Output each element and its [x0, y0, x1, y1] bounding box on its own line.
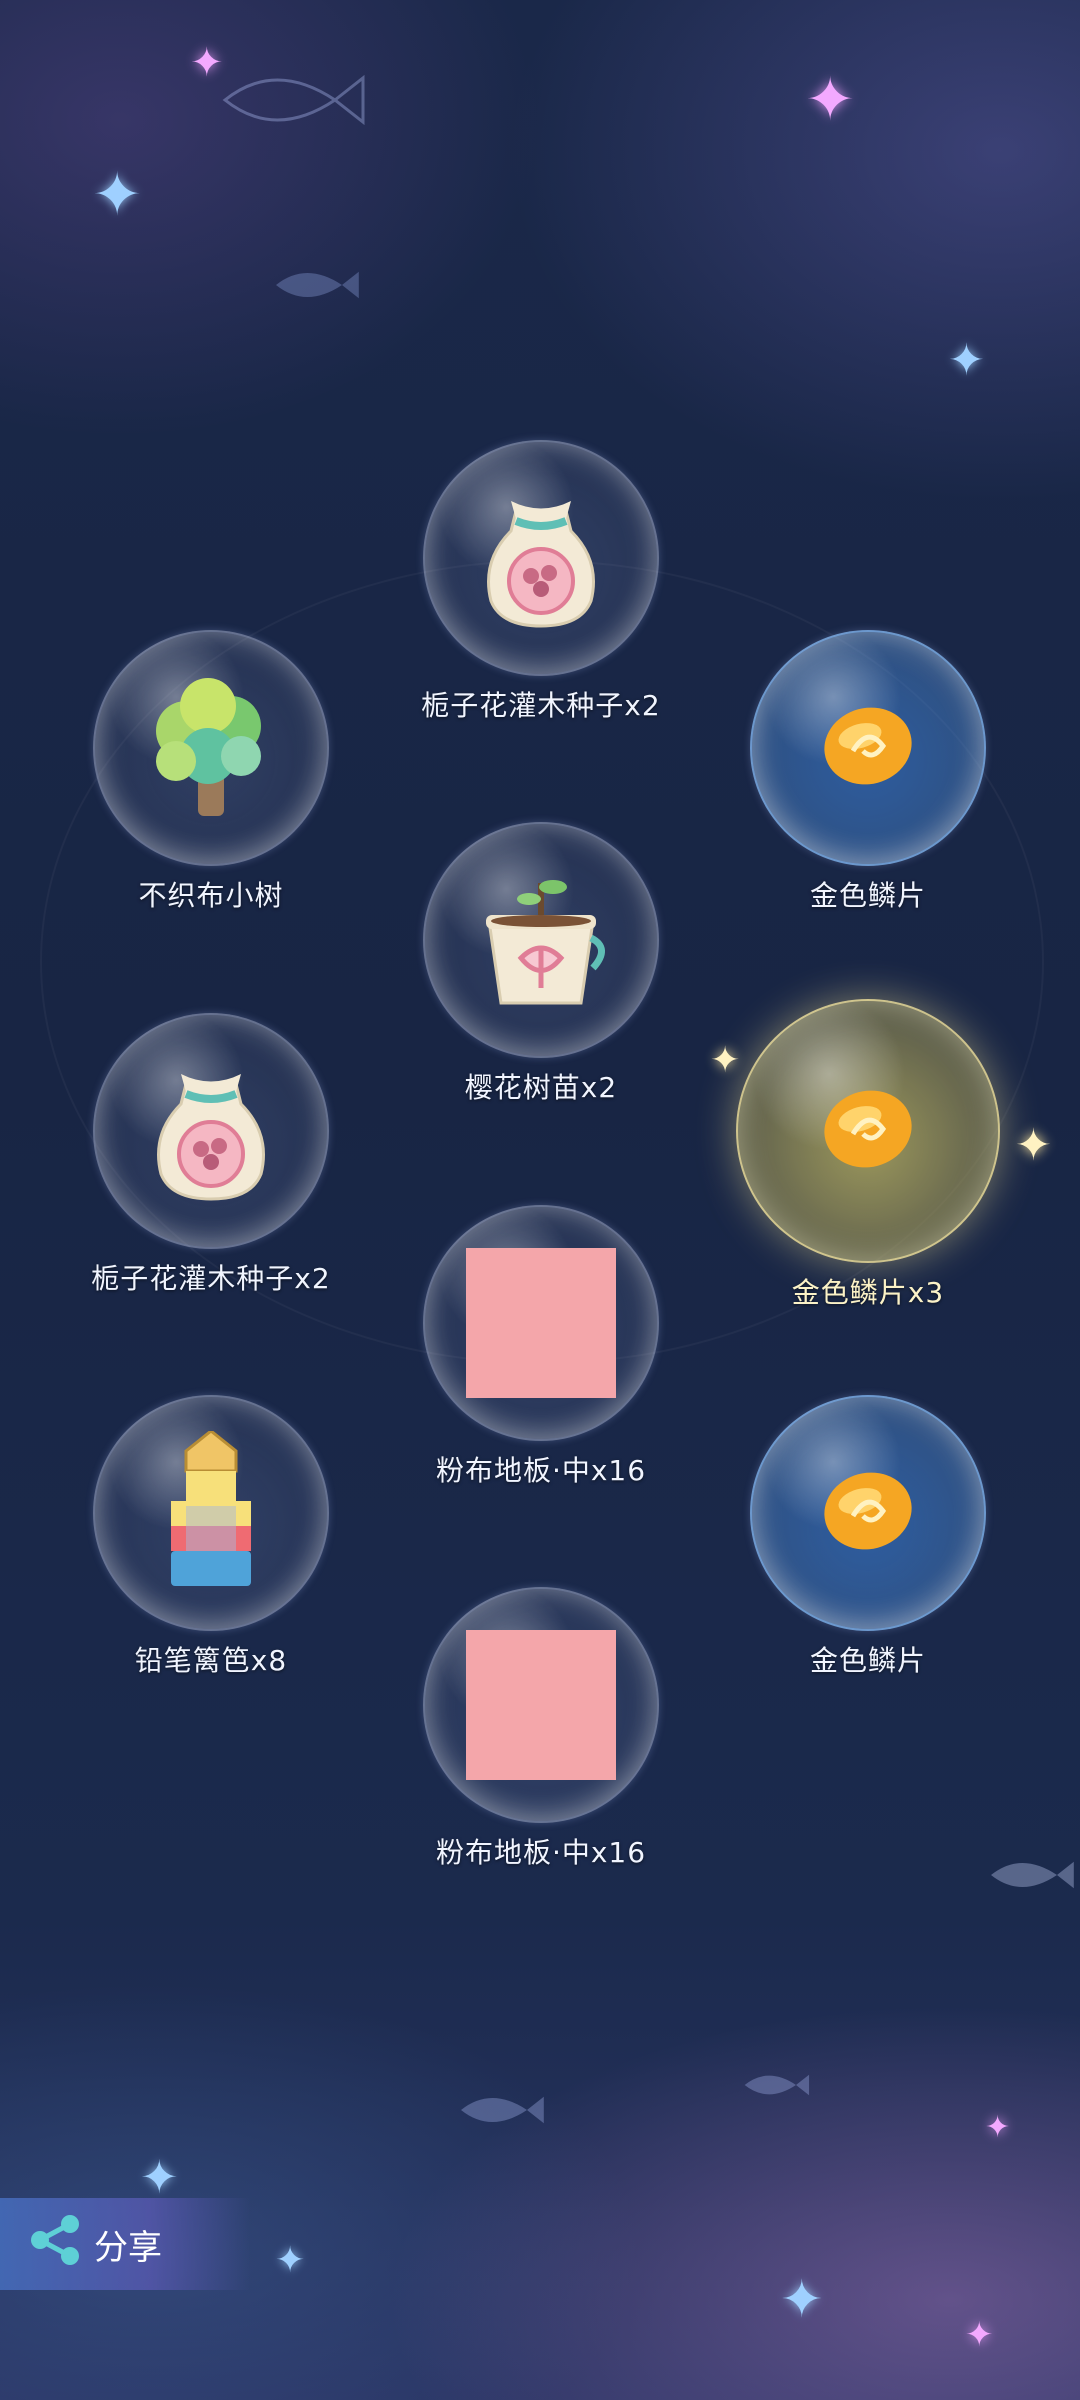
pink-floor-tile — [466, 1248, 616, 1398]
sparkle-icon: ✦ — [780, 2270, 824, 2330]
sparkle-icon: ✦ — [140, 2150, 179, 2204]
fish-icon — [461, 2096, 544, 2124]
gold-scale-icon — [818, 701, 918, 795]
reward-label: 栀子花灌木种子x2 — [421, 689, 661, 722]
fish-icon — [744, 2074, 810, 2096]
gold-scale-icon — [818, 1466, 918, 1560]
reward-item[interactable]: 粉布地板·中x16 — [361, 1587, 721, 1871]
seed-bag-icon — [471, 481, 611, 635]
reward-label: 金色鳞片 — [809, 879, 926, 912]
reward-bubble-highlighted[interactable] — [736, 999, 1000, 1263]
reward-item[interactable]: 金色鳞片 — [688, 1395, 1048, 1679]
sparkle-icon: ✦ — [805, 65, 856, 135]
seed-bag-icon — [141, 1054, 281, 1208]
sparkle-icon: ✦ — [985, 2110, 1011, 2145]
tree-icon — [146, 671, 276, 825]
reward-item[interactable]: 樱花树苗x2 — [361, 822, 721, 1106]
share-label: 分享 — [94, 2227, 162, 2268]
sparkle-icon: ✦ — [710, 1040, 741, 1081]
reward-label: 金色鳞片x3 — [791, 1276, 945, 1309]
reward-label: 铅笔篱笆x8 — [134, 1644, 288, 1677]
reward-bubble[interactable] — [93, 1395, 329, 1631]
sparkle-icon: ✦ — [275, 2240, 306, 2281]
reward-bubble[interactable] — [423, 822, 659, 1058]
fish-icon — [276, 271, 359, 299]
reward-item[interactable]: 不织布小树 — [31, 630, 391, 914]
sparkle-icon: ✦ — [92, 160, 143, 230]
reward-item[interactable]: 金色鳞片 — [688, 630, 1048, 914]
reward-item[interactable]: 栀子花灌木种子x2 — [31, 1013, 391, 1297]
reward-bubble[interactable] — [423, 440, 659, 676]
reward-item[interactable]: 铅笔篱笆x8 — [31, 1395, 391, 1679]
reward-label: 金色鳞片 — [809, 1644, 926, 1677]
gold-scale-icon — [818, 1084, 918, 1178]
pink-floor-tile — [466, 1630, 616, 1780]
reward-bubble[interactable] — [750, 1395, 986, 1631]
fish-icon — [991, 1861, 1074, 1889]
reward-bubble[interactable] — [423, 1205, 659, 1441]
sparkle-icon: ✦ — [948, 335, 985, 386]
reward-label: 栀子花灌木种子x2 — [91, 1262, 331, 1295]
reward-bubble[interactable] — [423, 1587, 659, 1823]
reward-label: 樱花树苗x2 — [464, 1071, 618, 1104]
share-button[interactable]: 分享 — [0, 2198, 250, 2290]
pencil-fence-icon — [166, 1429, 256, 1595]
reward-label: 粉布地板·中x16 — [435, 1836, 647, 1869]
sparkle-icon: ✦ — [1015, 1120, 1052, 1171]
reward-label: 粉布地板·中x16 — [435, 1454, 647, 1487]
reward-item-highlighted[interactable]: 金色鳞片x3 — [688, 999, 1048, 1311]
reward-label: 不织布小树 — [138, 879, 284, 912]
sapling-pot-icon — [471, 863, 611, 1017]
fish-icon — [222, 74, 365, 126]
reward-bubble[interactable] — [93, 1013, 329, 1249]
reward-item[interactable]: 栀子花灌木种子x2 — [361, 440, 721, 724]
sparkle-icon: ✦ — [965, 2315, 994, 2355]
share-icon — [28, 2214, 84, 2275]
reward-bubble[interactable] — [93, 630, 329, 866]
reward-item[interactable]: 粉布地板·中x16 — [361, 1205, 721, 1489]
reward-bubble[interactable] — [750, 630, 986, 866]
